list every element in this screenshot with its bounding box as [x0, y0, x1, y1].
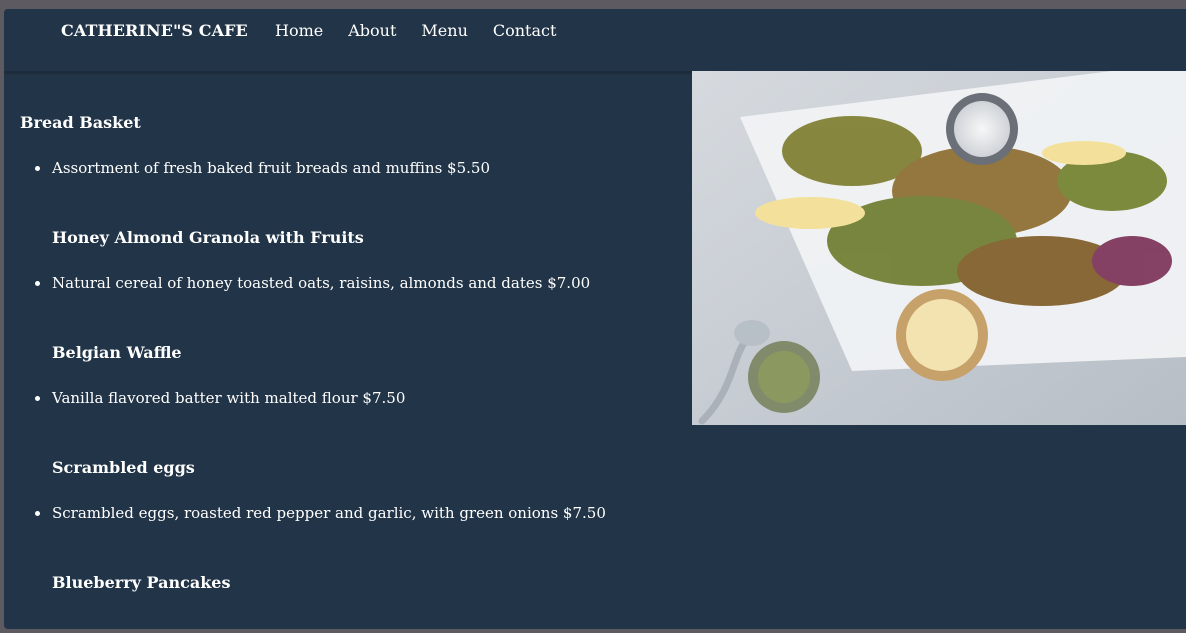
menu-item-belgian-waffle: Vanilla flavored batter with malted flou…: [35, 389, 670, 407]
nav-link-home[interactable]: Home: [275, 21, 323, 40]
menu-item-granola: Natural cereal of honey toasted oats, ra…: [35, 274, 670, 292]
section-title-scrambled-eggs: Scrambled eggs: [52, 458, 195, 477]
section-title-belgian-waffle: Belgian Waffle: [52, 343, 182, 362]
section-title-granola: Honey Almond Granola with Fruits: [52, 228, 364, 247]
menu-list: Bread Basket Assortment of fresh baked f…: [20, 113, 670, 592]
menu-item-bread-basket: Assortment of fresh baked fruit breads a…: [35, 159, 670, 177]
brand-logo[interactable]: CATHERINE"S CAFE: [61, 21, 248, 40]
section-title-bread-basket: Bread Basket: [20, 113, 141, 132]
nav-link-about[interactable]: About: [348, 21, 396, 40]
nav-link-contact[interactable]: Contact: [493, 21, 557, 40]
section-title-blueberry-pancakes: Blueberry Pancakes: [52, 573, 231, 592]
nav-link-menu[interactable]: Menu: [421, 21, 467, 40]
food-photo-icon: [692, 71, 1186, 425]
menu-item-scrambled-eggs: Scrambled eggs, roasted red pepper and g…: [35, 504, 670, 522]
navbar: CATHERINE"S CAFE Home About Menu Contact: [4, 9, 1186, 72]
nav-links: Home About Menu Contact: [275, 21, 581, 40]
hero-food-image: [692, 71, 1186, 425]
page-frame: CATHERINE"S CAFE Home About Menu Contact…: [4, 9, 1186, 629]
